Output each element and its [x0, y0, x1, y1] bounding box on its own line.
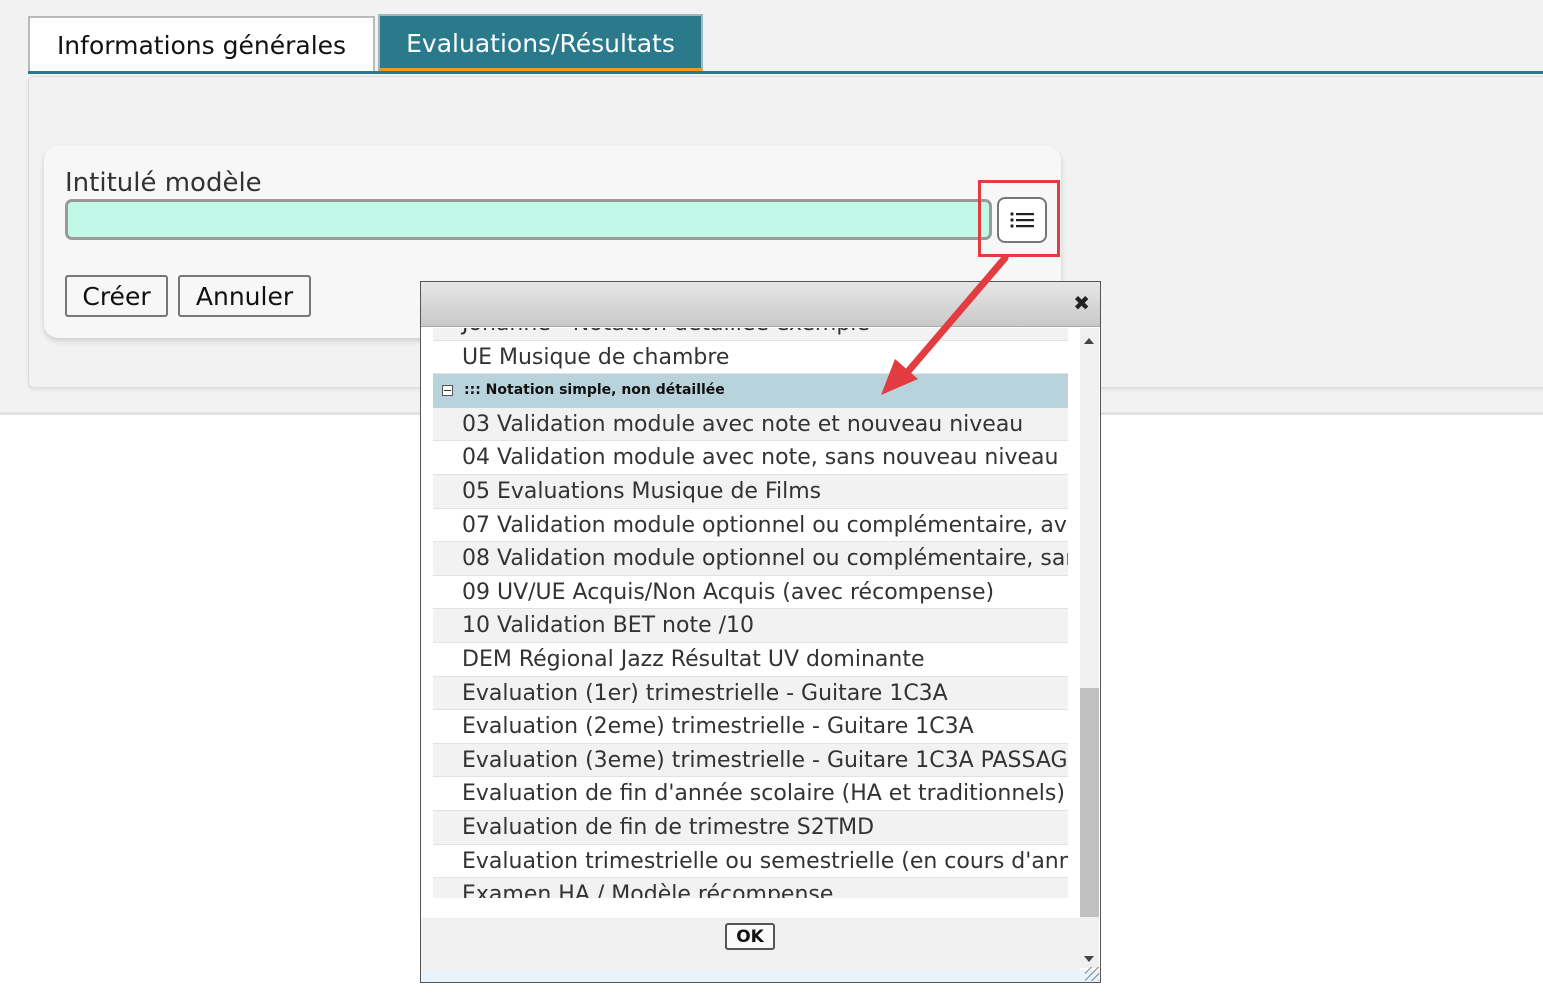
list-scrollbar[interactable]: [1080, 328, 1099, 968]
annotation-highlight-box: [978, 180, 1060, 257]
group-header-notation-simple[interactable]: ::: Notation simple, non détaillée: [433, 374, 1068, 408]
list-item[interactable]: 05 Evaluations Musique de Films: [433, 474, 1068, 509]
list-item[interactable]: Evaluation (1er) trimestrielle - Guitare…: [433, 676, 1068, 711]
group-header-label: ::: Notation simple, non détaillée: [464, 382, 725, 399]
dialog-titlebar[interactable]: ✖: [421, 282, 1100, 327]
ok-button[interactable]: OK: [725, 923, 775, 950]
list-item[interactable]: 10 Validation BET note /10: [433, 609, 1068, 643]
scroll-thumb[interactable]: [1080, 688, 1099, 917]
model-picker-dialog: ✖ Johanne - Notation détaillée exemple U…: [420, 281, 1101, 983]
collapse-icon[interactable]: [442, 385, 453, 397]
scroll-down-icon[interactable]: [1084, 956, 1094, 962]
list-item[interactable]: 03 Validation module avec note et nouvea…: [433, 407, 1068, 442]
close-icon[interactable]: ✖: [1073, 291, 1090, 315]
list-item[interactable]: UE Musique de chambre: [433, 340, 1068, 375]
list-item[interactable]: Evaluation (2eme) trimestrielle - Guitar…: [433, 710, 1068, 744]
list-item[interactable]: 04 Validation module avec note, sans nou…: [433, 441, 1068, 475]
model-list[interactable]: Johanne - Notation détaillée exemple UE …: [433, 328, 1068, 898]
list-item[interactable]: 08 Validation module optionnel ou complé…: [433, 542, 1068, 576]
dialog-footer: OK: [421, 918, 1080, 970]
list-item[interactable]: 07 Validation module optionnel ou complé…: [433, 508, 1068, 543]
model-list-content: Johanne - Notation détaillée exemple UE …: [433, 328, 1068, 898]
list-item[interactable]: 09 UV/UE Acquis/Non Acquis (avec récompe…: [433, 575, 1068, 610]
group-items: 03 Validation module avec note et nouvea…: [433, 407, 1068, 898]
cancel-button[interactable]: Annuler: [178, 275, 311, 317]
resize-grip-icon[interactable]: [1085, 967, 1099, 981]
dialog-bottom-bar: [421, 970, 1100, 982]
intitule-modele-input[interactable]: [65, 199, 992, 240]
list-item[interactable]: Evaluation trimestrielle ou semestrielle…: [433, 844, 1068, 879]
list-item[interactable]: Evaluation de fin de trimestre S2TMD: [433, 810, 1068, 845]
list-item[interactable]: DEM Régional Jazz Résultat UV dominante: [433, 642, 1068, 677]
tab-informations-generales[interactable]: Informations générales: [28, 16, 375, 72]
list-item[interactable]: Evaluation de fin d'année scolaire (HA e…: [433, 777, 1068, 811]
list-item[interactable]: Examen HA / Modèle récompense: [433, 878, 1068, 898]
list-item[interactable]: Johanne - Notation détaillée exemple: [433, 328, 1068, 341]
tab-evaluations-resultats[interactable]: Evaluations/Résultats: [378, 14, 703, 72]
field-label: Intitulé modèle: [65, 168, 262, 198]
list-item[interactable]: Evaluation (3eme) trimestrielle - Guitar…: [433, 743, 1068, 778]
create-button[interactable]: Créer: [65, 275, 168, 317]
tab-underline: [28, 71, 1543, 74]
scroll-up-icon[interactable]: [1084, 338, 1094, 344]
